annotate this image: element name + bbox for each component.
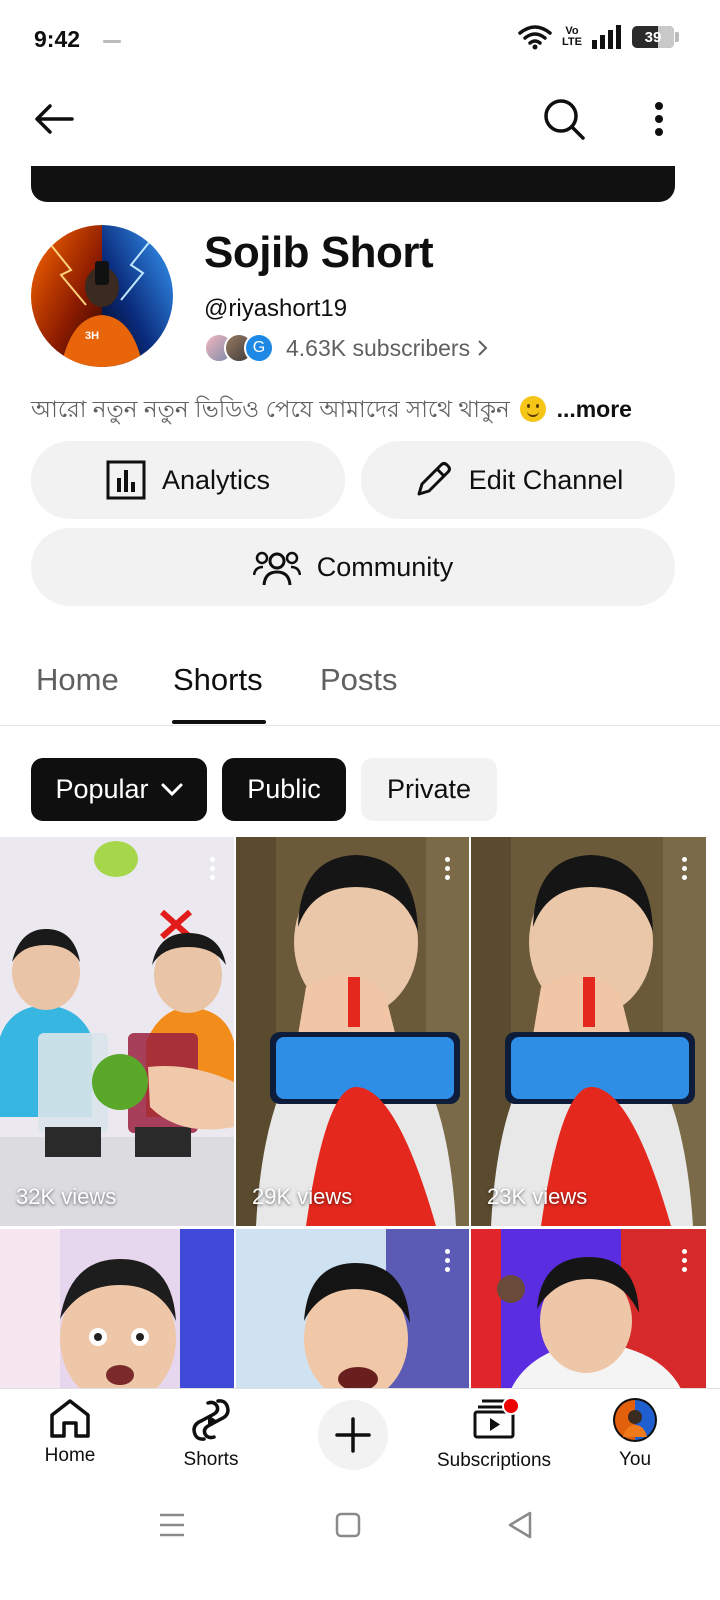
subscriber-count: 4.63K subscribers: [286, 334, 471, 361]
status-notification-indicator: [103, 40, 121, 43]
filter-private-chip[interactable]: Private: [361, 758, 497, 821]
short-image: [0, 1229, 234, 1389]
short-thumbnail[interactable]: [236, 1229, 469, 1389]
edit-channel-label: Edit Channel: [468, 464, 624, 495]
tab-posts[interactable]: Posts: [320, 662, 398, 698]
description-more-link[interactable]: ...more: [557, 396, 632, 422]
community-button[interactable]: Community: [31, 528, 675, 606]
short-menu-icon[interactable]: [445, 1249, 451, 1276]
subscribers-row[interactable]: G 4.63K subscribers: [204, 333, 488, 363]
svg-text:3H: 3H: [85, 330, 99, 342]
channel-title: Sojib Short: [204, 228, 434, 277]
subscriber-avatar: G: [244, 333, 274, 363]
short-image: [236, 1229, 469, 1389]
nav-you-label: You: [618, 1449, 652, 1470]
short-thumbnail[interactable]: 23K views: [471, 837, 706, 1226]
pencil-icon: [417, 462, 451, 496]
sort-popular-chip[interactable]: Popular: [31, 758, 207, 821]
short-views: 29K views: [252, 1184, 353, 1209]
community-label: Community: [316, 551, 454, 582]
nav-subscriptions[interactable]: Subscriptions: [424, 1397, 564, 1472]
short-thumbnail[interactable]: [471, 1229, 706, 1389]
short-thumbnail[interactable]: 29K views: [236, 837, 469, 1226]
short-menu-icon[interactable]: [682, 857, 688, 884]
short-menu-icon[interactable]: [682, 1249, 688, 1276]
nav-you[interactable]: You: [565, 1397, 705, 1471]
analytics-button[interactable]: Analytics: [31, 441, 345, 519]
wifi-icon: [518, 25, 552, 50]
short-menu-icon[interactable]: [445, 857, 451, 884]
channel-banner[interactable]: [31, 166, 675, 202]
notification-dot: [502, 1397, 520, 1415]
short-thumbnail[interactable]: 32K views: [0, 837, 234, 1226]
channel-handle: @riyashort19: [204, 295, 348, 322]
back-button[interactable]: [26, 91, 82, 147]
volte-indicator: Vo LTE: [562, 25, 582, 48]
status-time: 9:42: [34, 26, 81, 52]
channel-description[interactable]: আরো নতুন নতুন ভিডিও পেযে আমাদের সাথে থাক…: [31, 391, 632, 430]
search-icon: [544, 99, 585, 140]
channel-avatar[interactable]: 3H: [31, 225, 173, 367]
chevron-down-icon: [161, 783, 183, 796]
chevron-right-icon: [478, 340, 488, 356]
short-views: 32K views: [16, 1184, 117, 1209]
plus-icon: [335, 1417, 371, 1453]
short-image: [471, 837, 706, 1226]
battery-icon: 39: [632, 26, 679, 48]
community-icon: [252, 551, 301, 586]
short-image: [471, 1229, 706, 1389]
tab-home[interactable]: Home: [36, 662, 119, 698]
short-image: [0, 837, 234, 1226]
tabs-divider: [0, 725, 720, 726]
nav-subscriptions-label: Subscriptions: [436, 1450, 552, 1471]
recents-menu-icon[interactable]: [159, 1512, 185, 1538]
shorts-icon: [192, 1399, 230, 1441]
short-image: [236, 837, 469, 1226]
more-options-button[interactable]: [631, 91, 687, 147]
back-triangle-icon[interactable]: [507, 1511, 533, 1539]
system-navigation-bar: [0, 1490, 720, 1600]
short-menu-icon[interactable]: [210, 857, 216, 884]
arrow-left-icon: [35, 104, 74, 134]
search-button[interactable]: [536, 91, 592, 147]
nav-shorts[interactable]: Shorts: [141, 1397, 281, 1471]
short-thumbnail[interactable]: [0, 1229, 234, 1389]
home-icon: [50, 1399, 90, 1438]
active-tab-indicator: [172, 720, 266, 724]
edit-channel-button[interactable]: Edit Channel: [361, 441, 675, 519]
avatar-image: 3H: [31, 225, 173, 367]
status-icons: Vo LTE 39: [518, 24, 679, 50]
filter-public-chip[interactable]: Public: [222, 758, 346, 821]
signal-icon: [592, 25, 621, 49]
analytics-label: Analytics: [161, 464, 271, 495]
profile-avatar-icon: [613, 1398, 657, 1442]
description-text: আরো নতুন নতুন ভিডিও পেযে আমাদের সাথে থাক…: [31, 396, 510, 422]
short-views: 23K views: [487, 1184, 588, 1209]
nav-home[interactable]: Home: [0, 1397, 140, 1467]
subscriptions-icon-wrap: [472, 1397, 520, 1444]
more-vert-icon: [655, 102, 663, 136]
analytics-icon: [106, 460, 146, 500]
create-button[interactable]: [318, 1400, 388, 1470]
nav-home-label: Home: [44, 1445, 96, 1466]
nav-shorts-label: Shorts: [183, 1449, 239, 1470]
tab-shorts[interactable]: Shorts: [173, 662, 263, 698]
sort-label: Popular: [55, 774, 149, 804]
smile-emoji-icon: [520, 396, 547, 422]
home-square-icon[interactable]: [335, 1512, 361, 1538]
